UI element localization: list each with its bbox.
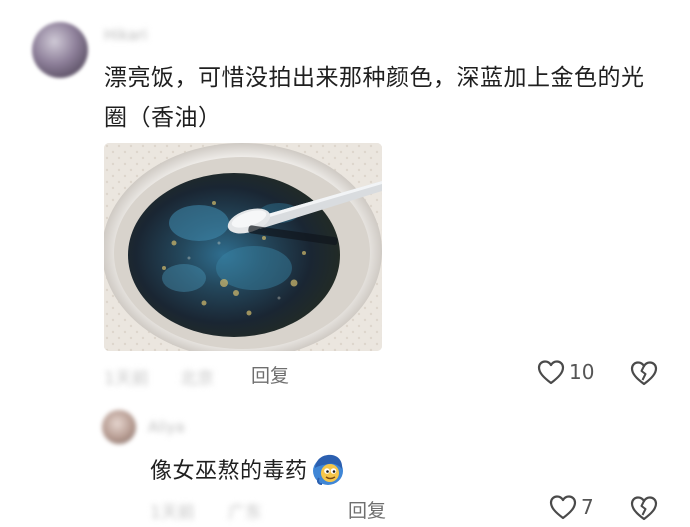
heart-outline-icon <box>549 494 577 520</box>
dislike-button[interactable] <box>630 495 658 521</box>
comment-location: 北京 <box>180 369 214 389</box>
reply-comment: 像女巫熬的毒药 <box>150 452 346 486</box>
broken-heart-icon <box>630 495 658 521</box>
like-count: 7 <box>581 495 594 519</box>
comment-text: 漂亮饭，可惜没拍出来那种颜色，深蓝加上金色的光圈（香油） <box>104 65 645 131</box>
like-button[interactable]: 10 <box>537 359 594 385</box>
username[interactable]: Hikari <box>104 26 147 44</box>
soup-bowl-photo <box>104 143 382 351</box>
like-count: 10 <box>569 360 595 384</box>
comment-photo[interactable] <box>104 143 382 351</box>
heart-outline-icon <box>537 359 565 385</box>
comment-time: 1天前 <box>104 369 149 389</box>
reply-username[interactable]: Aliya <box>148 418 185 436</box>
avatar[interactable] <box>32 22 88 78</box>
broken-heart-icon <box>630 360 658 386</box>
reply-comment-text: 像女巫熬的毒药 <box>150 459 308 484</box>
witch-emoji-icon <box>310 452 346 486</box>
like-button[interactable]: 7 <box>549 494 594 520</box>
dislike-button[interactable] <box>630 360 658 386</box>
reply-location: 广东 <box>228 503 262 523</box>
reply-button[interactable]: 回复 <box>348 496 386 523</box>
reply-time: 1天前 <box>150 503 195 523</box>
reply-avatar[interactable] <box>102 410 136 444</box>
reply-button[interactable]: 回复 <box>251 361 289 388</box>
